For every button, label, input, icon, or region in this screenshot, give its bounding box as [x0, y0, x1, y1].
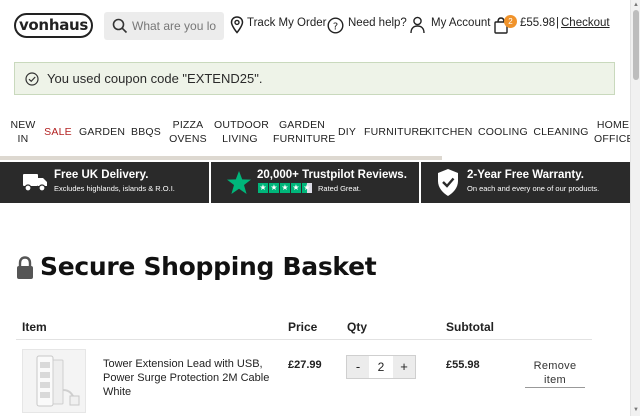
product-name-link[interactable]: Tower Extension Lead with USB, Power Sur… [103, 357, 278, 399]
row-subtotal: £55.98 [446, 359, 480, 371]
rating-star-icon: ★ [269, 183, 279, 193]
delivery-subtitle: Excludes highlands, islands & R.O.I. [54, 184, 175, 193]
cart-count-badge: 2 [504, 15, 517, 28]
coupon-message: You used coupon code "EXTEND25". [47, 71, 263, 86]
quantity-stepper: - 2 + [346, 355, 416, 379]
basket-row: Tower Extension Lead with USB, Power Sur… [16, 346, 592, 416]
site-header: vonhaus Track My Order ? Need help? My A… [0, 0, 630, 52]
page-title: Secure Shopping Basket [40, 252, 377, 281]
nav-item-new-in[interactable]: NEW IN [10, 118, 36, 146]
search-input[interactable] [132, 17, 218, 35]
search-icon [112, 18, 128, 34]
reviews-subtitle: Rated Great. [318, 184, 361, 193]
lock-icon [17, 256, 33, 279]
my-account-link[interactable]: My Account [431, 17, 490, 29]
account-icon [410, 16, 425, 34]
decrease-quantity-button[interactable]: - [347, 356, 369, 378]
delivery-title: Free UK Delivery. [54, 169, 149, 181]
nav-item-cooling[interactable]: COOLING [478, 125, 528, 139]
basket-table-header: Item Price Qty Subtotal [16, 314, 592, 340]
rating-half-star-icon: ★ [302, 183, 312, 193]
cart-total[interactable]: £55.98 [520, 17, 555, 29]
need-help-link[interactable]: Need help? [348, 17, 407, 29]
search-box[interactable] [104, 12, 224, 40]
main-navigation: NEW IN SALE GARDEN BBQS PIZZA OVENS OUTDOO… [0, 108, 634, 158]
check-circle-icon [25, 72, 39, 86]
nav-item-kitchen[interactable]: KITCHEN [425, 125, 472, 139]
vonhaus-logo[interactable]: vonhaus [14, 13, 93, 38]
quantity-value[interactable]: 2 [369, 356, 393, 378]
product-thumbnail[interactable] [22, 349, 86, 413]
rating-star-icon: ★ [280, 183, 290, 193]
item-price: £27.99 [288, 359, 322, 371]
warranty-subtitle: On each and every one of our products. [467, 184, 600, 193]
column-header-qty: Qty [347, 320, 368, 334]
location-pin-icon [230, 16, 244, 34]
shield-check-icon [438, 169, 458, 196]
nav-item-pizza-ovens[interactable]: PIZZA OVENS [169, 118, 207, 146]
rating-star-icon: ★ [291, 183, 301, 193]
nav-item-garden[interactable]: GARDEN [79, 125, 125, 139]
column-header-subtotal: Subtotal [446, 320, 494, 334]
reviews-title: 20,000+ Trustpilot Reviews. [257, 169, 407, 181]
trustpilot-star-icon [227, 171, 251, 194]
promo-strip: Free UK Delivery. Excludes highlands, is… [0, 162, 630, 203]
extension-tower-image [36, 355, 80, 407]
checkout-link[interactable]: Checkout [561, 17, 610, 29]
nav-item-garden-furniture[interactable]: GARDEN FURNITURE [273, 118, 335, 146]
promo-divider [419, 162, 421, 203]
delivery-truck-icon [23, 174, 47, 192]
column-header-item: Item [22, 320, 47, 334]
promo-divider [209, 162, 211, 203]
scroll-down-arrow-icon[interactable]: ▼ [633, 407, 639, 413]
rating-star-icon: ★ [258, 183, 268, 193]
increase-quantity-button[interactable]: + [393, 356, 415, 378]
nav-item-home-office[interactable]: HOME OFFICE [594, 118, 634, 146]
remove-item-button[interactable]: Remove item [525, 359, 585, 388]
nav-item-furniture[interactable]: FURNITURE [364, 125, 426, 139]
track-order-link[interactable]: Track My Order [247, 17, 326, 29]
help-icon: ? [327, 17, 344, 34]
nav-item-cleaning[interactable]: CLEANING [533, 125, 589, 139]
svg-text:?: ? [333, 21, 338, 32]
nav-scroll-indicator [0, 156, 442, 160]
page-scrollbar[interactable]: ▲ ▼ [630, 0, 640, 416]
coupon-notice: You used coupon code "EXTEND25". [14, 62, 615, 95]
warranty-title: 2-Year Free Warranty. [467, 169, 584, 181]
nav-item-diy[interactable]: DIY [337, 125, 357, 139]
scrollbar-thumb[interactable] [633, 10, 639, 80]
header-separator: | [556, 17, 559, 29]
column-header-price: Price [288, 320, 318, 334]
scroll-up-arrow-icon[interactable]: ▲ [633, 2, 639, 8]
nav-item-bbqs[interactable]: BBQS [130, 125, 162, 139]
nav-item-sale[interactable]: SALE [44, 125, 72, 139]
nav-item-outdoor-living[interactable]: OUTDOOR LIVING [214, 118, 269, 146]
trustpilot-rating-stars: ★ ★ ★ ★ ★ [258, 183, 312, 193]
